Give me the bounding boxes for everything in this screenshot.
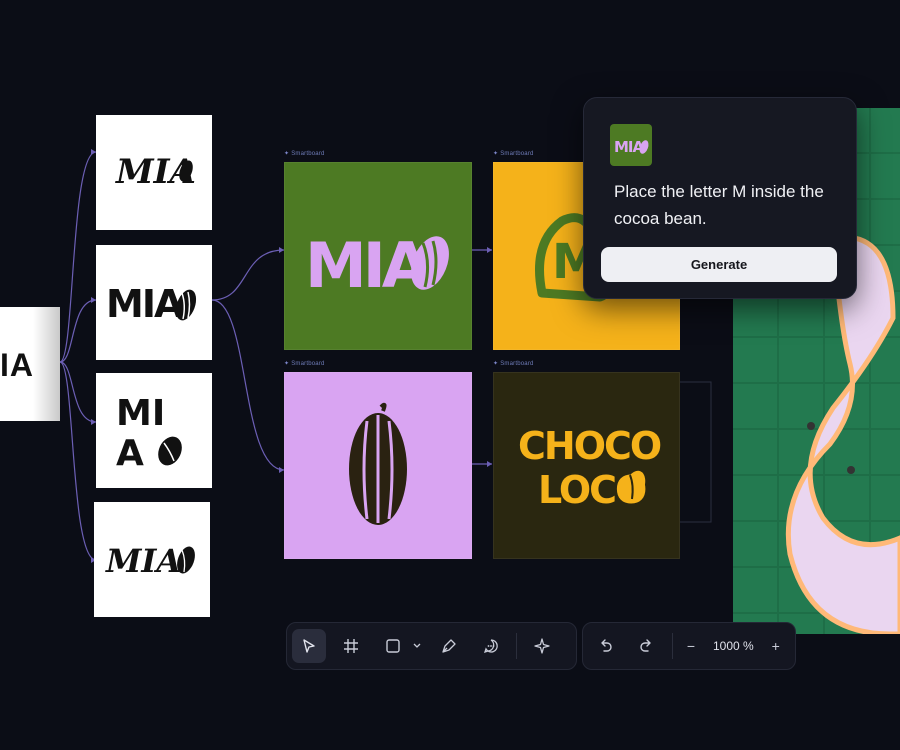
sparkle-icon: ✦ — [493, 151, 499, 157]
sparkle-icon: ✦ — [493, 361, 499, 367]
cocoa-bean-icon — [349, 402, 407, 525]
plus-icon: + — [771, 638, 780, 654]
board-chocoloco-logo: CHOCO LOCO — [518, 424, 663, 512]
rectangle-tool-button[interactable] — [376, 629, 410, 663]
logo-variant-script-image: MIA — [115, 152, 196, 192]
pen-icon — [442, 639, 456, 653]
pen-tool-button[interactable] — [432, 629, 466, 663]
smartboard-label: ✦ Smartboard — [493, 360, 534, 368]
zoom-level: 1000 % — [713, 639, 754, 653]
logo-variant-bubbly-image: MIA — [106, 282, 197, 326]
redo-button[interactable] — [630, 629, 664, 663]
minus-icon: − — [686, 638, 696, 654]
history-zoom-toolbar: − 1000 % + — [582, 622, 796, 670]
smartboard-lilac[interactable] — [284, 372, 472, 559]
smartboard-label: ✦ Smartboard — [493, 150, 534, 158]
svg-text:MIA: MIA — [106, 282, 184, 326]
comment-tool-button[interactable] — [474, 629, 508, 663]
board-mia-logo: MIA — [305, 229, 449, 302]
logo-variant-card[interactable]: MI A — [96, 373, 212, 488]
svg-text:MI: MI — [116, 393, 165, 434]
logo-variant-italic-image: MIA — [105, 542, 195, 580]
cursor-icon — [303, 639, 315, 653]
generate-button[interactable]: Generate — [601, 247, 837, 282]
logo-variant-card[interactable]: MIA — [94, 502, 210, 617]
source-logo-text: IA — [0, 347, 34, 383]
sparkle-icon — [534, 638, 550, 654]
undo-button[interactable] — [588, 629, 622, 663]
sparkle-icon: ✦ — [284, 361, 290, 367]
ai-sparkle-tool-button[interactable] — [525, 629, 559, 663]
logo-variant-card[interactable]: MIA — [96, 245, 212, 360]
smartboard-green[interactable]: MIA — [284, 162, 472, 350]
popup-thumbnail: MIA — [610, 124, 652, 166]
svg-text:A: A — [116, 433, 144, 474]
prompt-text: Place the letter M inside the cocoa bean… — [614, 182, 824, 228]
rectangle-icon — [386, 639, 400, 653]
comment-icon — [483, 639, 498, 654]
frame-tool-button[interactable] — [334, 629, 368, 663]
smartboard-label: ✦ Smartboard — [284, 360, 325, 368]
ai-prompt-popup: MIA Place the letter M inside the cocoa … — [583, 97, 857, 299]
redo-icon — [640, 639, 651, 652]
undo-icon — [601, 639, 612, 652]
logo-variant-stacked-image: MI A — [116, 393, 182, 474]
logo-variant-card[interactable]: MIA — [96, 115, 212, 230]
shape-dropdown-chevron[interactable] — [410, 641, 424, 651]
source-logo-card[interactable]: IA — [0, 307, 60, 421]
tools-toolbar — [286, 622, 577, 670]
sparkle-icon: ✦ — [284, 151, 290, 157]
frame-icon — [344, 639, 358, 653]
zoom-out-button[interactable]: − — [681, 629, 701, 663]
svg-text:CHOCO: CHOCO — [518, 424, 661, 468]
zoom-in-button[interactable]: + — [766, 629, 786, 663]
mia-logo-thumbnail: MIA — [614, 138, 649, 156]
svg-text:MIA: MIA — [105, 542, 181, 580]
svg-text:MIA: MIA — [305, 229, 430, 302]
chevron-down-icon — [413, 643, 421, 648]
smartboard-label: ✦ Smartboard — [284, 150, 325, 158]
smartboard-dark[interactable]: CHOCO LOCO — [493, 372, 680, 559]
select-tool-button[interactable] — [292, 629, 326, 663]
